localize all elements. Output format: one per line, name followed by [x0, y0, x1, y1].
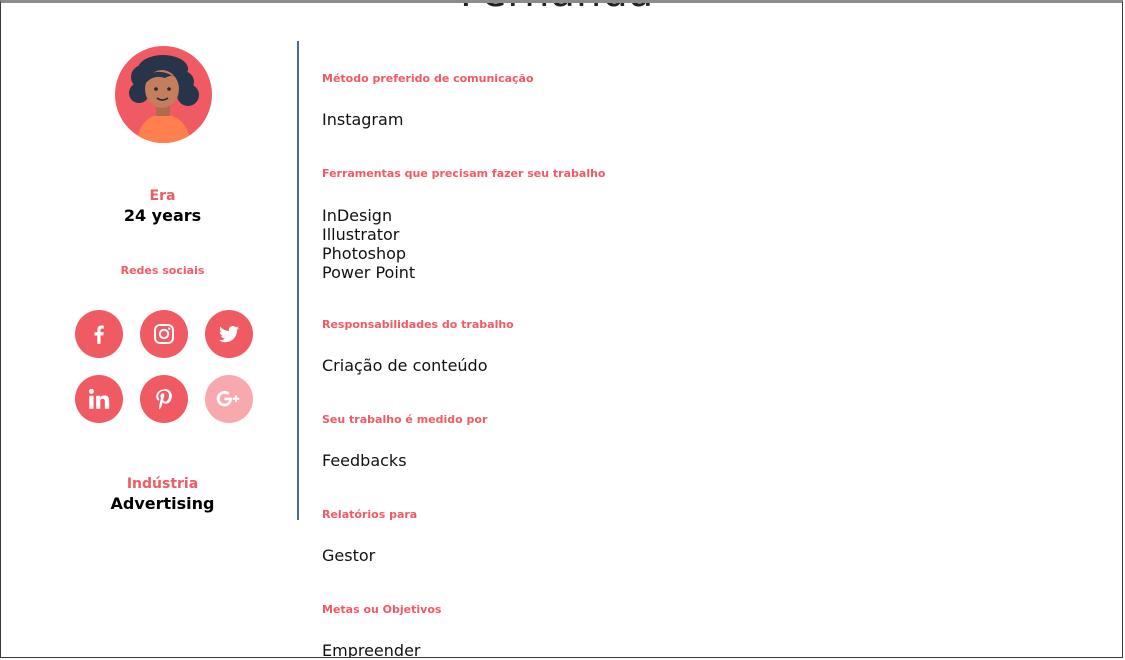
responsibilities-value: Criação de conteúdo	[322, 356, 488, 375]
facebook-button[interactable]	[75, 310, 123, 358]
list-item: Power Point	[322, 263, 416, 282]
google-plus-icon	[216, 391, 240, 407]
age-label: Era	[149, 188, 176, 204]
goals-value: Empreender	[322, 641, 421, 658]
industry-label: Indústria	[126, 476, 199, 492]
instagram-button[interactable]	[140, 310, 188, 358]
pinterest-button[interactable]	[140, 375, 188, 423]
list-item: InDesign	[322, 206, 393, 225]
goals-label: Metas ou Objetivos	[322, 603, 442, 616]
twitter-icon	[219, 326, 239, 343]
tools-list: InDesign Illustrator Photoshop Power Poi…	[322, 206, 415, 282]
pinterest-icon	[156, 388, 172, 410]
twitter-button[interactable]	[205, 310, 253, 358]
linkedin-button[interactable]	[75, 375, 123, 423]
google-plus-button[interactable]	[205, 375, 253, 423]
reports-to-label: Relatórios para	[322, 508, 418, 521]
measured-by-label: Seu trabalho é medido por	[322, 413, 488, 426]
industry-value: Advertising	[110, 494, 215, 513]
list-item: Photoshop	[322, 244, 407, 263]
avatar-illustration-icon	[129, 55, 199, 143]
persona-sidebar: Era 24 years Redes sociais Indústria Adv…	[1, 3, 297, 657]
avatar	[115, 46, 212, 143]
age-value: 24 years	[123, 206, 202, 225]
facebook-icon	[94, 325, 104, 344]
tools-label: Ferramentas que precisam fazer seu traba…	[322, 167, 606, 180]
instagram-icon	[154, 324, 174, 344]
page-title: Fernanda	[460, 3, 654, 16]
section-divider	[297, 41, 299, 520]
communication-label: Método preferido de comunicação	[322, 72, 534, 85]
measured-by-value: Feedbacks	[322, 451, 407, 470]
list-item: Illustrator	[322, 225, 400, 244]
reports-to-value: Gestor	[322, 546, 376, 565]
responsibilities-label: Responsabilidades do trabalho	[322, 318, 514, 331]
communication-value: Instagram	[322, 110, 404, 129]
social-networks-label: Redes sociais	[120, 264, 205, 277]
persona-page: Fernanda Era 24 years Redes sociais	[0, 0, 1123, 658]
linkedin-icon	[88, 388, 110, 409]
